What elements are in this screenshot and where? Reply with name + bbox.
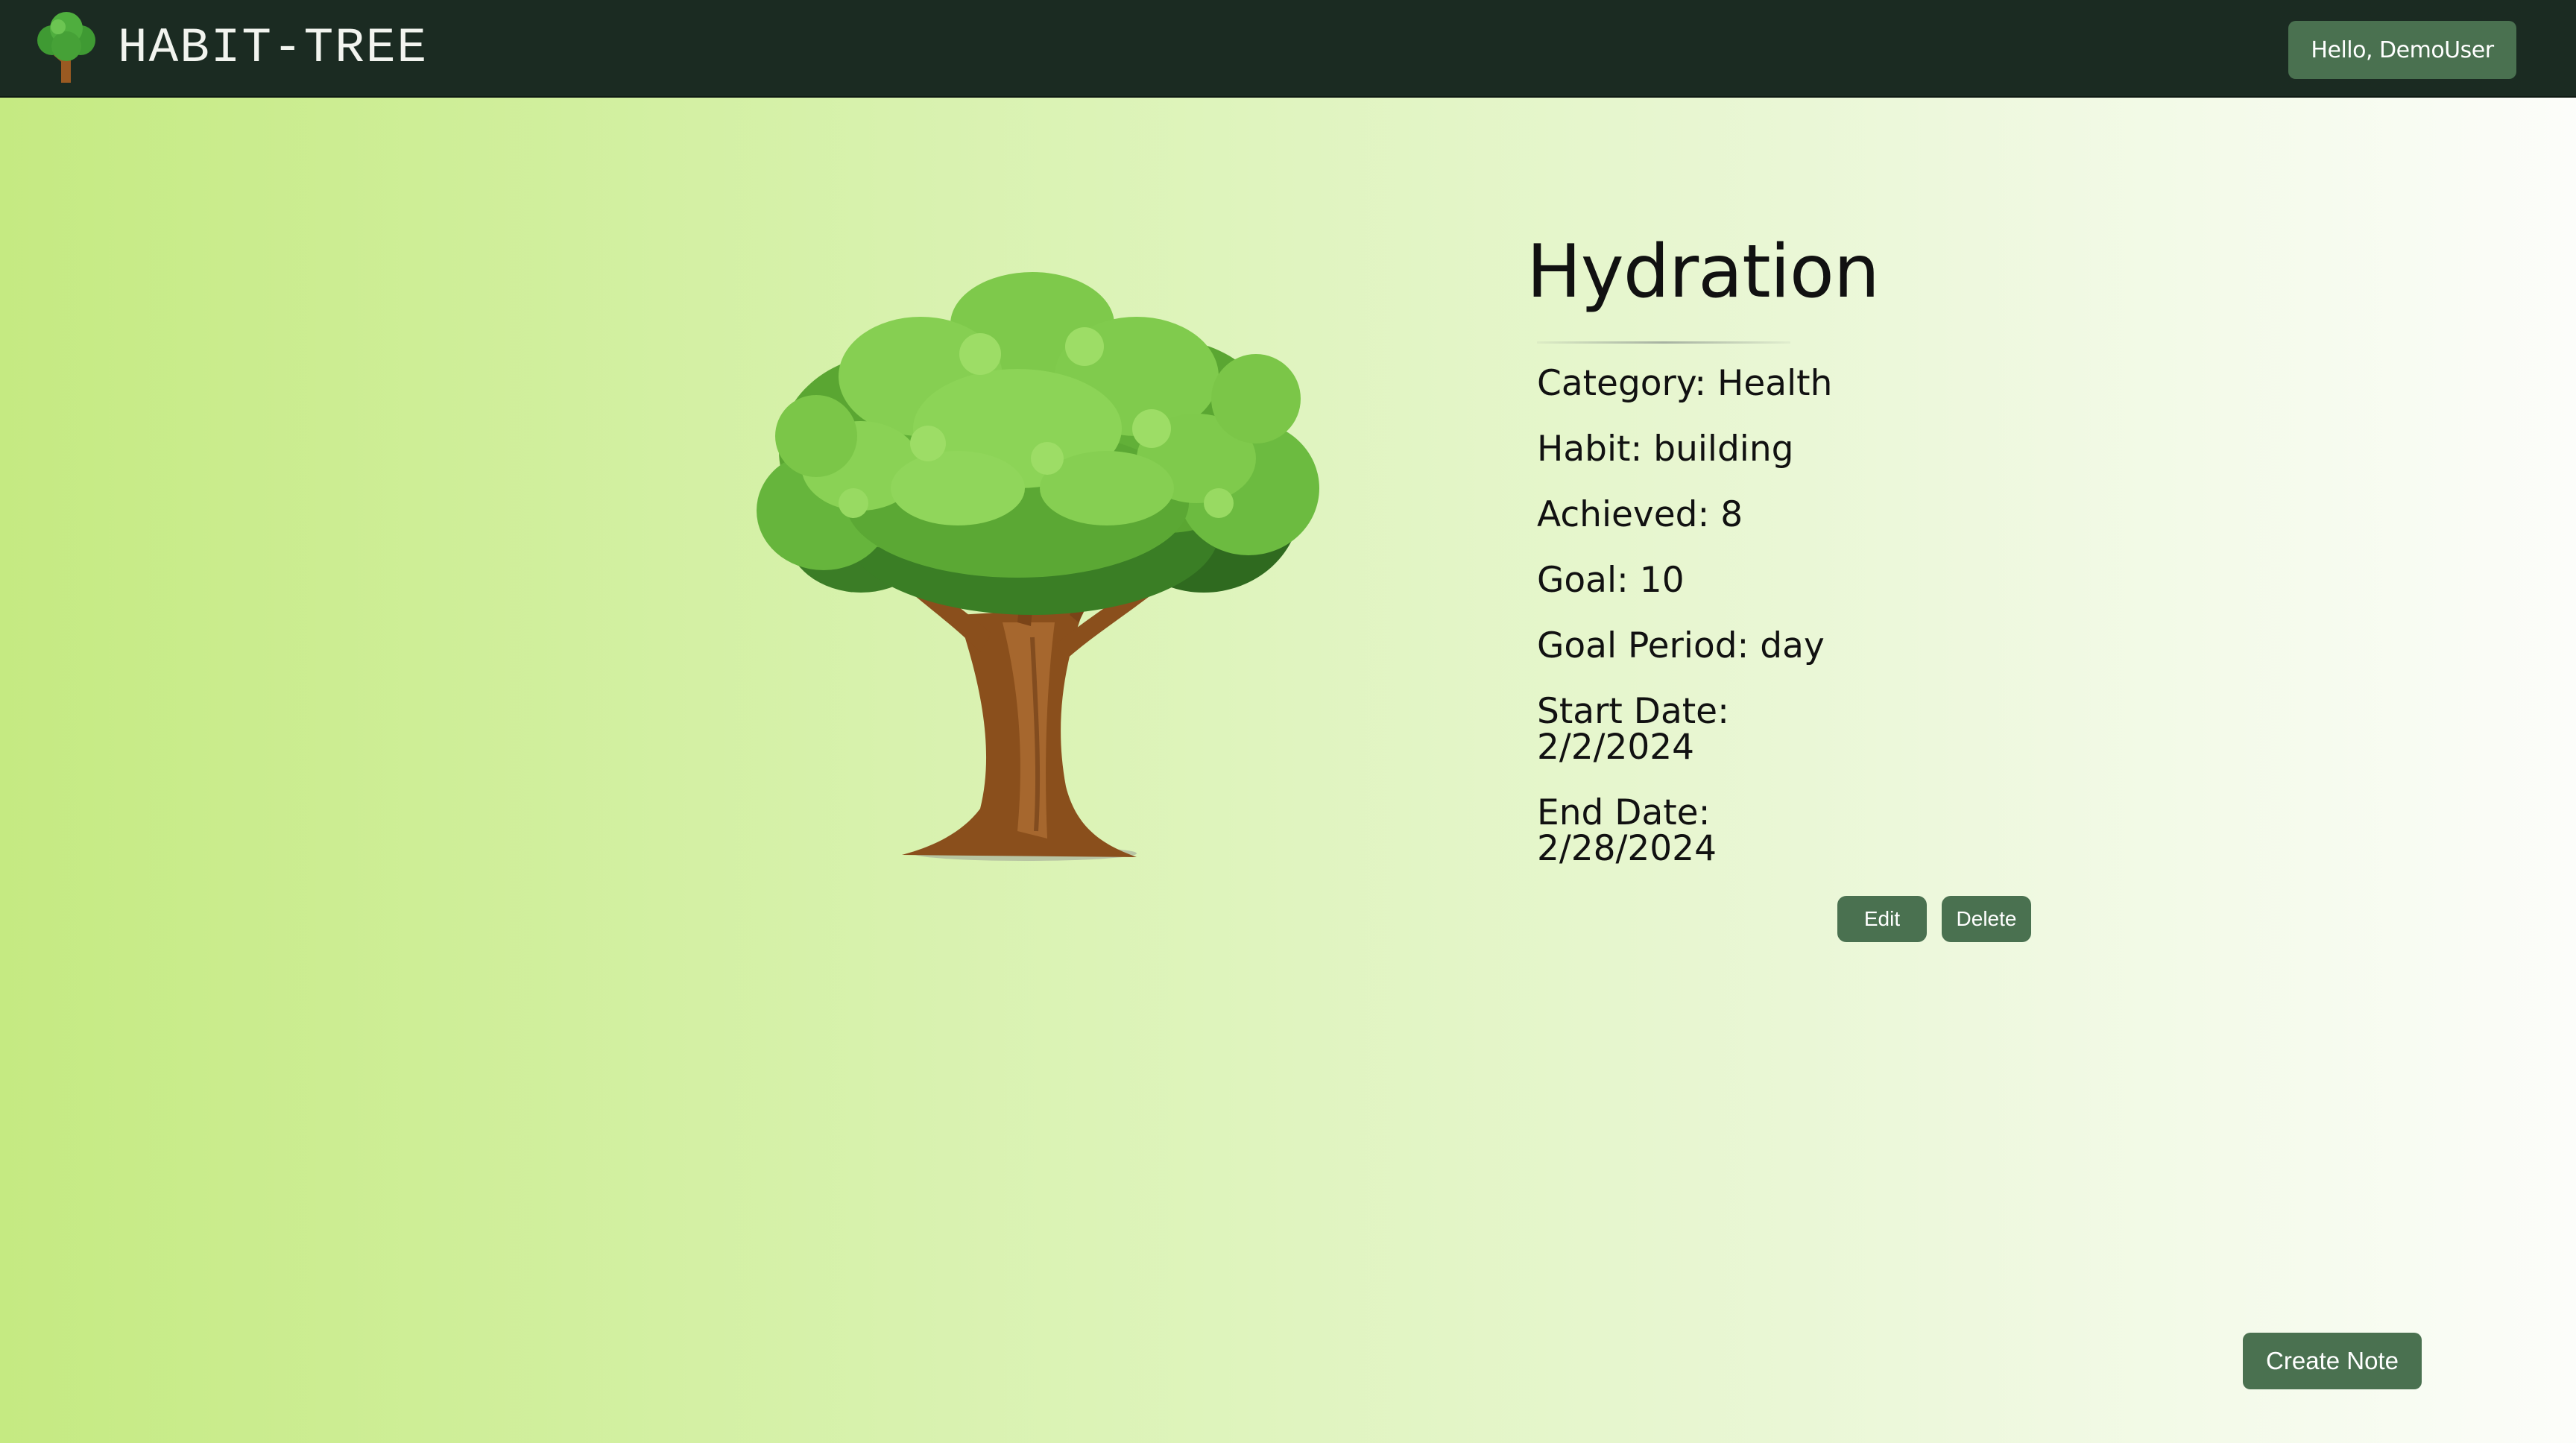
habit-type: Habit: building [1537,429,1794,470]
start-date-label: Start Date: [1537,691,1729,732]
habit-category: Category: Health [1537,363,1833,404]
user-menu-button[interactable]: Hello, DemoUser [2288,21,2516,79]
title-divider [1537,341,1790,344]
start-date-value: 2/2/2024 [1537,727,1695,768]
tree-illustration [757,272,1319,861]
habit-goal: Goal: 10 [1537,560,1685,601]
top-navbar: HABIT-TREE Hello, DemoUser [0,0,2576,98]
delete-button[interactable]: Delete [1942,896,2031,942]
habit-title: Hydration [1527,230,1880,315]
brand-title[interactable]: HABIT-TREE [118,16,428,80]
create-note-button[interactable]: Create Note [2243,1333,2422,1389]
end-date-value: 2/28/2024 [1537,828,1717,869]
habit-achieved: Achieved: 8 [1537,494,1743,535]
habit-goal-period: Goal Period: day [1537,625,1825,666]
tree-logo-icon[interactable] [33,10,100,85]
end-date-label: End Date: [1537,792,1711,833]
edit-button[interactable]: Edit [1837,896,1927,942]
